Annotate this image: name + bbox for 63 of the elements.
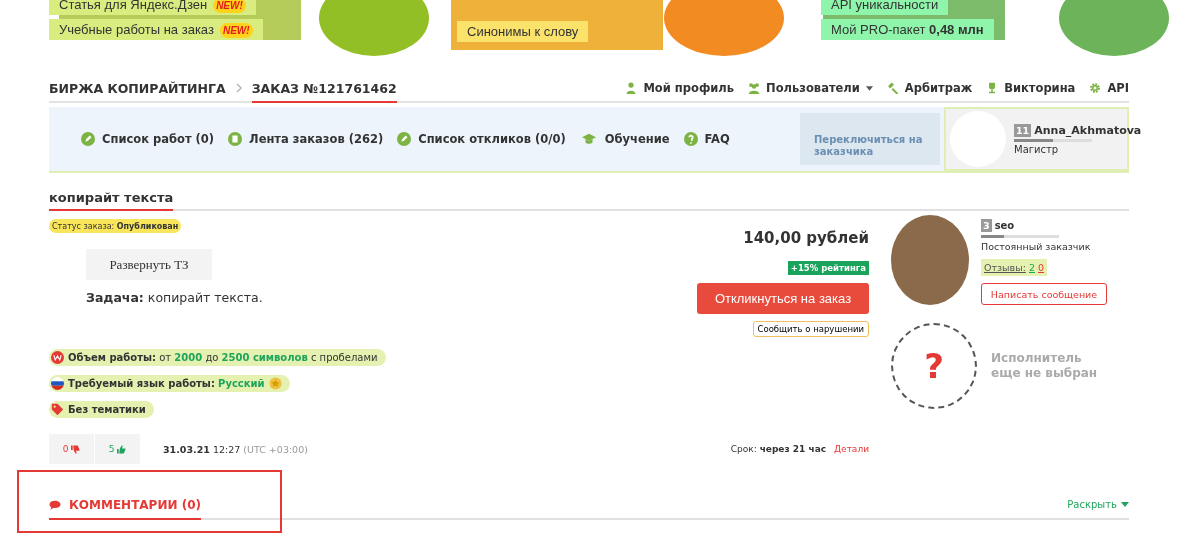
nav-link[interactable]: Список работ (0) xyxy=(81,132,215,146)
task-text: Задача: копирайт текста. xyxy=(86,290,263,305)
document-icon xyxy=(228,132,243,146)
banner-link[interactable]: API уникальности xyxy=(821,0,949,15)
menu-link[interactable]: Пользователи xyxy=(748,81,873,95)
menu-link[interactable]: Мой профиль xyxy=(625,81,735,95)
dislike-button[interactable]: 0 xyxy=(49,434,94,464)
rating-badge: +15% рейтинга xyxy=(787,261,869,275)
tag-text: Без тематики xyxy=(68,404,146,415)
report-button[interactable]: Сообщить о нарушении xyxy=(752,321,869,337)
banner-link[interactable]: Статья для Яндекс.Дзен NEW! xyxy=(49,0,256,15)
letter-w-icon xyxy=(51,351,64,364)
comments-tab[interactable]: КОММЕНТАРИИ (0) xyxy=(49,498,201,520)
gavel-icon xyxy=(886,82,899,94)
caret-icon xyxy=(865,85,873,91)
tag-text: Объем работы: от 2000 до 2500 символов с пробелами xyxy=(68,352,378,363)
respond-button[interactable]: Откликнуться на заказ xyxy=(697,283,869,314)
customer-name[interactable]: seo xyxy=(994,220,1015,231)
negative-reviews-link[interactable]: 0 xyxy=(1038,262,1045,273)
star-icon xyxy=(268,377,282,390)
new-badge: NEW! xyxy=(213,0,246,13)
level-badge: 3 xyxy=(981,219,992,232)
edit-icon xyxy=(397,132,412,146)
menu-link[interactable]: Викторина xyxy=(986,81,1076,95)
tag-text: Требуемый язык работы: Русский xyxy=(68,378,265,389)
help-icon xyxy=(683,132,698,146)
caret-icon xyxy=(1121,502,1129,507)
executor-status: Исполнитель еще не выбран xyxy=(991,351,1099,381)
post-date: 31.03.21 12:27 (UTC +03:00) xyxy=(163,443,308,455)
status-badge: Статус заказа: Опубликован xyxy=(49,219,182,233)
user-name[interactable]: Anna_Akhmatova xyxy=(1034,123,1142,137)
breadcrumb-link[interactable]: БИРЖА КОПИРАЙТИНГА xyxy=(49,81,226,103)
gear-icon xyxy=(1089,82,1102,94)
message-button[interactable]: Написать сообщение xyxy=(981,283,1107,305)
breadcrumb-link[interactable]: ЗАКАЗ №121761462 xyxy=(251,81,397,103)
people-icon xyxy=(748,82,761,94)
price: 140,00 рублей xyxy=(743,229,869,247)
question-mark-icon: ? xyxy=(891,323,977,409)
banner-link[interactable]: Мой PRO-пакет 0,48 млн xyxy=(821,19,994,40)
menu-link[interactable]: Арбитраж xyxy=(886,81,973,95)
thumbs-up-icon xyxy=(117,444,127,454)
nav-link[interactable]: FAQ xyxy=(683,132,730,146)
deadline-text: Срок: через 21 час xyxy=(730,444,827,454)
order-title: копирайт текста xyxy=(49,190,174,211)
chevron-icon xyxy=(235,83,242,93)
nav-link[interactable]: Лента заказов (262) xyxy=(228,132,384,146)
banner-link[interactable]: Учебные работы на заказ NEW! xyxy=(49,19,263,40)
thumbs-down-icon xyxy=(71,444,81,454)
expand-button[interactable]: Развернуть ТЗ xyxy=(86,249,212,280)
flag-icon xyxy=(51,377,64,390)
edit-icon xyxy=(81,132,95,146)
person-icon xyxy=(625,82,638,94)
menu-link[interactable]: API xyxy=(1089,81,1129,95)
speech-bubble-icon xyxy=(49,499,61,511)
new-badge: NEW! xyxy=(219,23,253,38)
user-rank: Магистр xyxy=(1014,143,1060,155)
nav-link[interactable]: Обучение xyxy=(579,132,670,146)
banner-link[interactable]: Синонимы к слову xyxy=(457,21,589,42)
level-badge: 11 xyxy=(1014,123,1032,137)
customer-role: Постоянный заказчик xyxy=(981,241,1092,252)
details-link[interactable]: Детали xyxy=(834,444,869,454)
nav-link[interactable]: Список откликов (0/0) xyxy=(397,132,566,146)
reviews-link[interactable]: Отзывы: xyxy=(984,262,1026,273)
